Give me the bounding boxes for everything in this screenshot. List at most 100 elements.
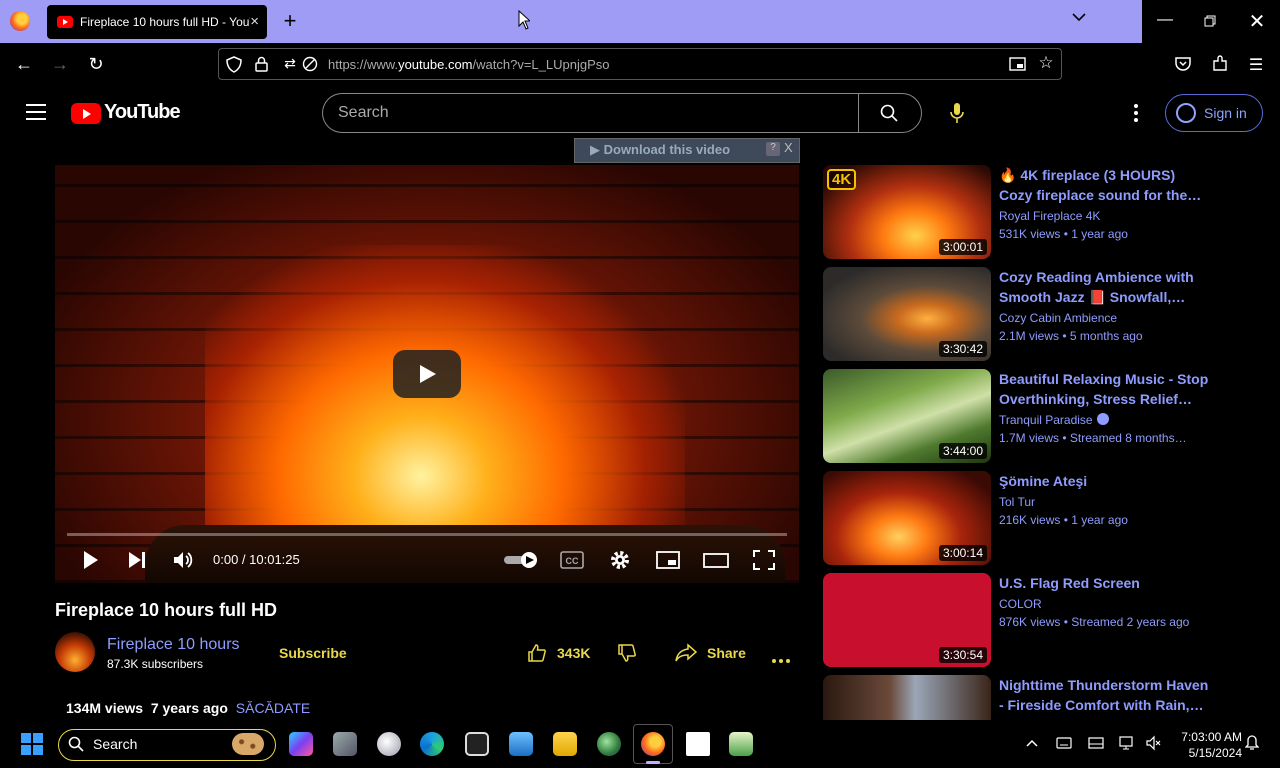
progress-bar[interactable] — [67, 533, 787, 536]
reload-icon[interactable]: ↻ — [84, 53, 108, 75]
mouse-cursor-icon — [518, 10, 530, 30]
restore-icon[interactable] — [1204, 15, 1216, 27]
recommendation-item[interactable]: 3:30:54 U.S. Flag Red Screen COLOR 876K … — [823, 573, 1243, 667]
recommendation-channel[interactable]: Royal Fireplace 4K — [999, 209, 1100, 223]
weather-widget-icon[interactable] — [377, 732, 401, 756]
notepad-icon[interactable] — [686, 732, 710, 756]
miniplayer-icon[interactable] — [656, 549, 680, 571]
recommendation-thumbnail[interactable]: 3:30:42 — [823, 267, 991, 361]
autoplay-blocked-icon[interactable] — [302, 56, 318, 72]
task-view-icon[interactable] — [333, 732, 357, 756]
search-icon[interactable] — [880, 104, 898, 122]
recommendation-thumbnail[interactable]: 4K 3:00:01 — [823, 165, 991, 259]
recommendation-meta: 2.1M views • 5 months ago — [999, 329, 1143, 343]
recommendation-item[interactable]: 3:44:00 Beautiful Relaxing Music - Stop … — [823, 369, 1243, 463]
file-explorer-icon[interactable] — [553, 732, 577, 756]
url-path: /watch?v=L_LUpnjgPso — [472, 57, 610, 72]
firefox-view-icon[interactable] — [10, 11, 30, 31]
extensions-icon[interactable] — [1212, 55, 1229, 72]
recommendation-item[interactable]: Nighttime Thunderstorm Haven - Fireside … — [823, 675, 1243, 720]
network-icon[interactable] — [1119, 735, 1135, 751]
recommendation-thumbnail[interactable]: 3:44:00 — [823, 369, 991, 463]
settings-kebab-icon[interactable] — [1134, 104, 1138, 122]
show-hidden-icons-chevron[interactable] — [1026, 739, 1038, 747]
recommendation-item[interactable]: 3:30:42 Cozy Reading Ambience with Smoot… — [823, 267, 1243, 361]
youtube-logo-icon[interactable] — [71, 103, 101, 124]
recommendation-channel[interactable]: Tol Tur — [999, 495, 1035, 509]
firefox-icon[interactable] — [641, 732, 665, 756]
thumbs-down-icon[interactable] — [617, 643, 637, 663]
recommendation-title[interactable]: Şömine Ateşi — [999, 471, 1209, 491]
input-display-icon[interactable] — [1088, 737, 1104, 749]
clock-time: 7:03:00 AM — [1181, 730, 1242, 744]
recommendation-channel[interactable]: Tranquil Paradise — [999, 413, 1109, 427]
autoplay-toggle-icon[interactable] — [503, 550, 539, 570]
fullscreen-icon[interactable] — [752, 549, 776, 571]
system-clock[interactable]: 7:03:00 AM 5/15/2024 — [1172, 729, 1242, 761]
theater-mode-icon[interactable] — [703, 549, 729, 571]
play-icon[interactable] — [79, 549, 103, 571]
recommendation-item[interactable]: 3:00:14 Şömine Ateşi Tol Tur 216K views … — [823, 471, 1243, 565]
volume-muted-icon[interactable] — [1145, 735, 1161, 751]
video-stats[interactable]: 134M views 7 years ago SĂCĂDATE — [66, 700, 310, 716]
youtube-logo-text[interactable]: YouTube — [104, 101, 181, 124]
youtube-favicon-icon — [57, 16, 73, 28]
channel-name-link[interactable]: Fireplace 10 hours — [107, 636, 240, 654]
description-more-link[interactable]: SĂCĂDATE — [236, 700, 310, 716]
close-window-icon[interactable]: ✕ — [1247, 9, 1267, 34]
tab-close-icon[interactable]: × — [250, 13, 259, 30]
terminal-icon[interactable] — [465, 732, 489, 756]
recommendation-thumbnail[interactable]: 3:30:54 — [823, 573, 991, 667]
lock-icon[interactable] — [255, 56, 268, 72]
notifications-bell-icon[interactable] — [1245, 735, 1259, 751]
copilot-icon[interactable] — [289, 732, 313, 756]
video-title: Fireplace 10 hours full HD — [55, 600, 278, 620]
share-button[interactable]: Share — [675, 643, 746, 663]
minimize-icon[interactable]: — — [1155, 11, 1175, 29]
control-panel-icon[interactable] — [509, 732, 533, 756]
windows-start-icon[interactable] — [21, 733, 43, 755]
channel-avatar[interactable] — [55, 632, 95, 672]
volume-icon[interactable] — [172, 549, 196, 571]
large-play-button[interactable] — [393, 350, 461, 398]
microphone-icon[interactable] — [950, 102, 964, 124]
recommendation-thumbnail[interactable] — [823, 675, 991, 720]
recommendation-title[interactable]: U.S. Flag Red Screen — [999, 573, 1209, 593]
download-help-button[interactable]: ? — [766, 142, 780, 156]
settings-gear-icon[interactable] — [608, 549, 632, 571]
bookmark-star-icon[interactable]: ☆ — [1037, 53, 1055, 73]
app-menu-icon[interactable]: ☰ — [1247, 55, 1265, 75]
search-input[interactable] — [338, 104, 838, 122]
edge-browser-icon[interactable] — [420, 732, 444, 756]
picture-in-picture-icon[interactable] — [1009, 56, 1026, 72]
recommendation-thumbnail[interactable]: 3:00:14 — [823, 471, 991, 565]
pocket-icon[interactable] — [1175, 56, 1191, 71]
recommendation-item[interactable]: 4K 3:00:01 🔥 4K fireplace (3 HOURS) Cozy… — [823, 165, 1243, 259]
recommendation-channel[interactable]: Cozy Cabin Ambience — [999, 311, 1117, 325]
guide-menu-icon[interactable] — [26, 104, 46, 120]
keyboard-icon[interactable] — [1056, 737, 1072, 749]
forward-arrow-icon[interactable]: → — [48, 53, 72, 75]
recommendation-title[interactable]: Nighttime Thunderstorm Haven - Fireside … — [999, 675, 1209, 715]
list-all-tabs-chevron-icon[interactable] — [1072, 12, 1086, 22]
browser-tab-active[interactable]: Fireplace 10 hours full HD - YouTube × — [47, 5, 267, 39]
sign-in-button[interactable]: Sign in — [1165, 94, 1263, 132]
recommendation-channel[interactable]: COLOR — [999, 597, 1042, 611]
next-video-icon[interactable] — [125, 549, 149, 571]
subscribe-button[interactable]: Subscribe — [279, 645, 347, 661]
download-video-label[interactable]: ▶ Download this video — [590, 142, 730, 158]
tracking-shield-icon[interactable] — [226, 56, 242, 73]
permissions-icon[interactable]: ⇄ — [281, 55, 299, 72]
more-actions-icon[interactable] — [772, 650, 793, 668]
like-button[interactable]: 343K — [527, 643, 590, 663]
download-close-button[interactable]: X — [784, 140, 793, 155]
recommendation-title[interactable]: Beautiful Relaxing Music - Stop Overthin… — [999, 369, 1209, 409]
back-arrow-icon[interactable]: ← — [12, 53, 36, 75]
task-manager-icon[interactable] — [729, 732, 753, 756]
recommendation-title[interactable]: Cozy Reading Ambience with Smooth Jazz 📕… — [999, 267, 1209, 307]
url-text[interactable]: https://www.youtube.com/watch?v=L_LUpnjg… — [328, 57, 609, 72]
recommendation-title[interactable]: 🔥 4K fireplace (3 HOURS) Cozy fireplace … — [999, 165, 1209, 205]
network-globe-icon[interactable] — [597, 732, 621, 756]
subtitles-cc-icon[interactable]: CC — [560, 549, 584, 571]
new-tab-button[interactable]: + — [280, 10, 300, 32]
